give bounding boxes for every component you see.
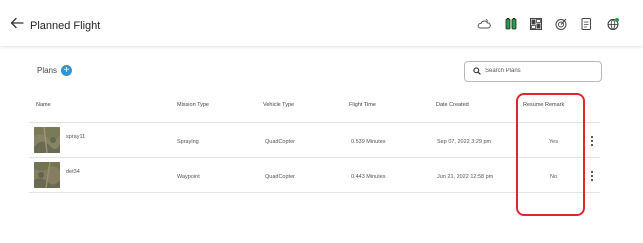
- table-divider: [29, 157, 600, 158]
- vehicle-type: QuadCopter: [265, 139, 295, 145]
- weather-icon[interactable]: [477, 17, 491, 31]
- target-icon[interactable]: [554, 17, 568, 31]
- plan-thumbnail: [34, 162, 60, 188]
- plan-name[interactable]: det34: [66, 169, 80, 175]
- row-menu-icon[interactable]: [589, 171, 595, 183]
- plan-thumbnail: [34, 127, 60, 153]
- table-divider: [29, 122, 600, 123]
- document-icon[interactable]: [579, 17, 593, 31]
- highlight-annotation: [516, 93, 585, 216]
- column-header-flight-time: Flight Time: [349, 102, 376, 108]
- mission-type: Waypoint: [177, 174, 200, 180]
- column-header-date-created: Date Created: [436, 102, 469, 108]
- search-icon: [473, 67, 481, 75]
- search-input[interactable]: [485, 65, 593, 77]
- vehicle-type: QuadCopter: [265, 174, 295, 180]
- globe-icon[interactable]: [606, 17, 620, 31]
- add-plan-button[interactable]: +: [61, 65, 72, 76]
- column-header-vehicle-type: Vehicle Type: [263, 102, 295, 108]
- flight-time: 0.539 Minutes: [351, 139, 386, 145]
- row-menu-icon[interactable]: [589, 136, 595, 148]
- search-box: [464, 61, 602, 82]
- mission-type: Spraying: [177, 139, 199, 145]
- dashboard-icon[interactable]: [529, 17, 543, 31]
- battery-icon[interactable]: [504, 17, 518, 31]
- flight-time: 0.443 Minutes: [351, 174, 386, 180]
- date-created: Sep 07, 2022 3:29 pm: [437, 139, 492, 145]
- back-arrow-icon[interactable]: [10, 17, 24, 29]
- plans-label: Plans: [37, 66, 58, 75]
- plan-name[interactable]: spray11: [66, 134, 85, 140]
- page-title: Planned Flight: [30, 20, 101, 32]
- app-header: Planned Flight: [0, 0, 643, 46]
- column-header-name: Name: [36, 102, 51, 108]
- table-divider: [29, 192, 600, 193]
- column-header-mission-type: Mission Type: [177, 102, 209, 108]
- date-created: Jun 21, 2022 12:58 pm: [437, 174, 494, 180]
